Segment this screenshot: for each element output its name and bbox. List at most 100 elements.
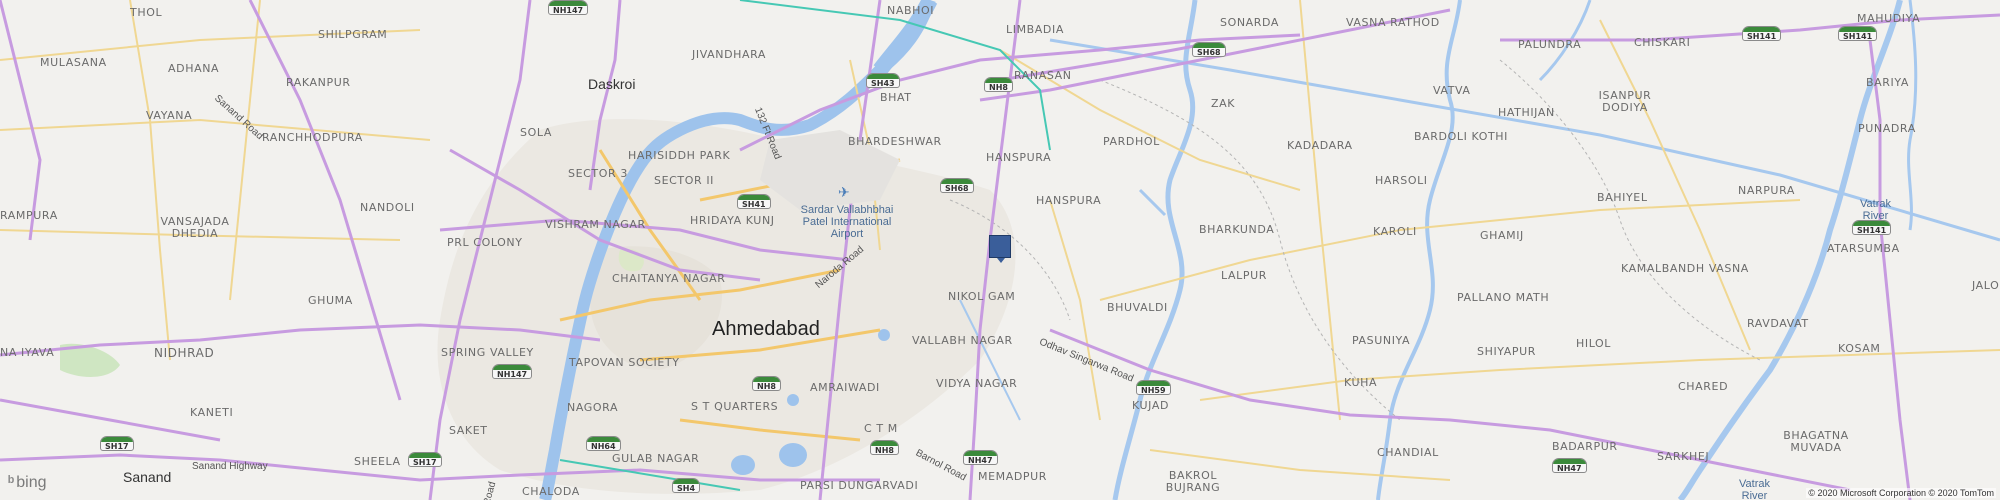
shield-label: SH68 — [1197, 48, 1221, 57]
place-pardhol: PARDHOL — [1103, 135, 1160, 148]
place-vayana: VAYANA — [146, 109, 193, 122]
place-bhuvaldi: BHUVALDI — [1107, 301, 1168, 314]
shield-label: NH147 — [553, 6, 584, 15]
shield-label: SH41 — [742, 200, 766, 209]
place-sector-ii: SECTOR II — [654, 174, 715, 187]
place-zak: ZAK — [1211, 97, 1236, 110]
place-bhat: BHAT — [880, 91, 912, 104]
shield-nh147-top: NH147 — [548, 0, 589, 15]
shield-label: SH68 — [945, 184, 969, 193]
place-thol: THOL — [130, 6, 163, 19]
place-jivandhara: JIVANDHARA — [692, 48, 767, 61]
shield-sh17-a: SH17 — [100, 436, 134, 451]
place-pallano-math: PALLANO MATH — [1457, 291, 1550, 304]
shield-sh41: SH41 — [737, 194, 771, 209]
map-copyright: © 2020 Microsoft Corporation © 2020 TomT… — [1806, 488, 1996, 498]
place-atarsumba: ATARSUMBA — [1827, 242, 1900, 255]
place-limbadia: LIMBADIA — [1006, 23, 1064, 36]
place-nidhrad: NIDHRAD — [154, 346, 215, 360]
place-st-quarters: S T QUARTERS — [691, 400, 779, 413]
shield-label: SH141 — [1843, 32, 1873, 41]
shield-nh64: NH64 — [586, 436, 621, 451]
place-pasuniya: PASUNIYA — [1352, 334, 1411, 347]
place-nabhoi: NABHOI — [887, 4, 935, 17]
place-sarkhej: SARKHEJ — [1657, 450, 1710, 463]
place-hridaya-kunj: HRIDAYA KUNJ — [690, 214, 775, 227]
place-spring-valley: SPRING VALLEY — [441, 346, 534, 359]
shield-nh147-left: NH147 — [492, 364, 533, 379]
place-vidya-nagar: VIDYA NAGAR — [936, 377, 1018, 390]
river-vatrak-1-line1: Vatrak — [1860, 198, 1891, 210]
shield-label: SH141 — [1747, 32, 1777, 41]
shield-sh43: SH43 — [866, 73, 900, 88]
shield-label: NH8 — [757, 382, 776, 391]
place-chaloda: CHALODA — [522, 485, 580, 498]
place-bariya: BARIYA — [1866, 76, 1909, 89]
place-mahudiya: MAHUDIYA — [1857, 12, 1921, 25]
shield-nh8-mid: NH8 — [752, 376, 781, 391]
place-kamalbandh-vasna: KAMALBANDH VASNA — [1621, 262, 1749, 275]
place-bardoli-kothi: BARDOLI KOTHI — [1414, 130, 1509, 143]
place-mulasana: MULASANA — [40, 56, 107, 69]
place-nagora: NAGORA — [567, 401, 619, 414]
shield-label: NH47 — [968, 456, 993, 465]
place-palundra: PALUNDRA — [1518, 38, 1582, 51]
airport-label-line3: Airport — [830, 228, 864, 240]
place-memadpur: MEMADPUR — [978, 470, 1048, 483]
place-ghamij: GHAMIJ — [1480, 229, 1524, 242]
place-sola: SOLA — [520, 126, 552, 139]
place-kujad: KUJAD — [1132, 399, 1170, 412]
place-kosam: KOSAM — [1838, 342, 1881, 355]
shield-nh59: NH59 — [1136, 380, 1171, 395]
place-ranchhodpura: RANCHHODPURA — [262, 131, 363, 144]
place-vatva: VATVA — [1433, 84, 1471, 97]
place-hanspura-2: HANSPURA — [1036, 194, 1102, 207]
place-bahiyel: BAHIYEL — [1597, 191, 1648, 204]
shield-label: NH8 — [989, 83, 1008, 92]
place-kuha: KUHA — [1344, 376, 1378, 389]
place-nikol-gam: NIKOL GAM — [948, 290, 1016, 303]
place-badarpur: BADARPUR — [1552, 440, 1618, 453]
bing-b-icon: ᵇ — [8, 474, 15, 491]
place-bharkunda: BHARKUNDA — [1199, 223, 1275, 236]
place-chared: CHARED — [1678, 380, 1729, 393]
place-sector-3: SECTOR 3 — [568, 167, 628, 180]
place-ravdavat: RAVDAVAT — [1747, 317, 1809, 330]
location-pin-marker[interactable] — [989, 235, 1011, 263]
shield-sh141-b: SH141 — [1838, 26, 1878, 41]
place-vallabh-nagar: VALLABH NAGAR — [912, 334, 1013, 347]
place-ghuma: GHUMA — [308, 294, 353, 307]
shield-nh8-bot: NH8 — [870, 440, 899, 455]
place-sheela: SHEELA — [354, 455, 401, 468]
shield-sh17-b: SH17 — [408, 452, 442, 467]
river-vatrak-2-line1: Vatrak — [1739, 478, 1770, 490]
shield-nh8-top: NH8 — [984, 77, 1013, 92]
place-hanspura-1: HANSPURA — [986, 151, 1052, 164]
place-ctm: C T M — [864, 422, 898, 435]
place-lalpur: LALPUR — [1221, 269, 1267, 282]
place-harsoli: HARSOLI — [1375, 174, 1428, 187]
place-bhagatna-muvada: BHAGATNA MUVADA — [1783, 429, 1849, 454]
shield-nh47-right: NH47 — [1552, 458, 1587, 473]
shield-label: SH141 — [1857, 226, 1887, 235]
place-chiskari: CHISKARI — [1634, 36, 1691, 49]
place-rampura: RAMPURA — [0, 209, 58, 222]
river-vatrak-2: Vatrak River — [1739, 478, 1770, 500]
shield-sh68-b: SH68 — [940, 178, 974, 193]
place-shiyapur: SHIYAPUR — [1477, 345, 1537, 358]
airport-icon: ✈ — [838, 185, 850, 201]
shield-label: NH59 — [1141, 386, 1166, 395]
bing-logo[interactable]: ᵇ bing — [8, 474, 47, 492]
place-tapovan-society: TAPOVAN SOCIETY — [569, 356, 680, 369]
road-sanand-highway: Sanand Highway — [192, 461, 268, 472]
place-parsi-dungarvadi: PARSI DUNGARVADI — [800, 479, 919, 492]
city-ahmedabad: Ahmedabad — [712, 318, 820, 340]
airport-label-line2: Patel International — [802, 216, 892, 228]
place-nandoli: NANDOLI — [360, 201, 415, 214]
map-canvas[interactable]: THOL SHILPGRAM MULASANA ADHANA RAKANPUR … — [0, 0, 2000, 500]
place-gulab-nagar: GULAB NAGAR — [612, 452, 700, 465]
shield-label: NH147 — [497, 370, 528, 379]
shield-label: SH17 — [105, 442, 129, 451]
place-adhana: ADHANA — [168, 62, 220, 75]
place-shilpgram: SHILPGRAM — [318, 28, 388, 41]
